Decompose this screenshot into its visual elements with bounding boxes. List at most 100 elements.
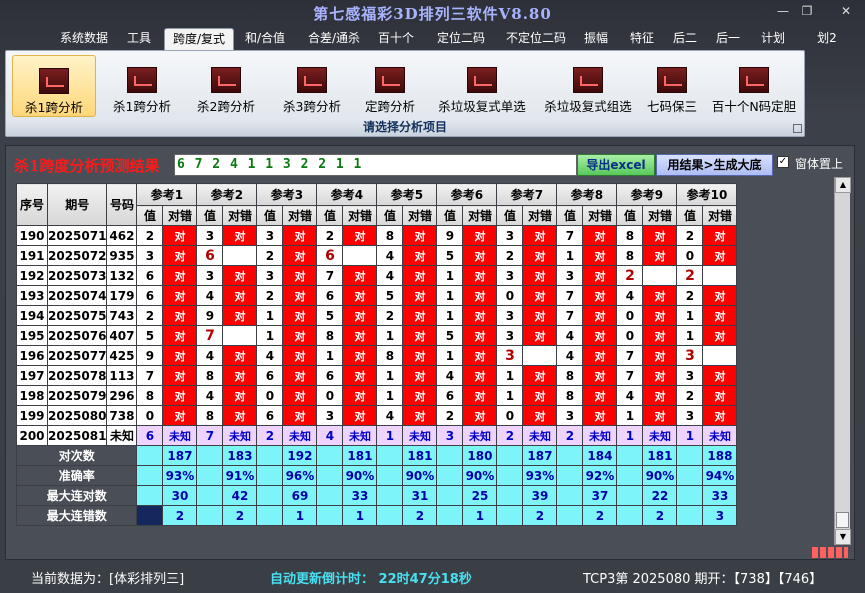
vertical-scrollbar[interactable]: ▲ ▼ [834, 177, 851, 545]
cell-check: 对 [342, 285, 378, 306]
stats-row: 对次数 187 183 192 181 181 180 187 184 181 188 [15, 445, 738, 466]
stats-spacer [256, 445, 284, 466]
table-row[interactable]: 197 2025078 113 7 对 8 对 6 对 6 对 1 对 4 对 1 对 8 对 7 对 3 对 [16, 365, 738, 386]
stats-value: 90% [342, 465, 378, 486]
cell-check: 对 [582, 365, 618, 386]
menu-item-7[interactable]: 不定位二码 [496, 28, 576, 50]
ribbon-button-label: 定跨分析 [364, 99, 415, 114]
ribbon-button-1[interactable]: 杀1跨分析 [102, 55, 182, 117]
ribbon-button-7[interactable]: 七码保三 [642, 55, 702, 117]
cell-value: 1 [436, 265, 464, 286]
menu-item-12[interactable]: 计划 [755, 28, 791, 50]
pin-window-checkbox[interactable]: ✓ [777, 156, 789, 168]
menu-item-9[interactable]: 特征 [624, 28, 660, 50]
stats-spacer [256, 465, 284, 486]
menu-item-3[interactable]: 和/合值 [238, 28, 292, 50]
cell-check [222, 325, 258, 346]
window-title: 第七感福彩3D排列三软件V8.80 [313, 5, 552, 23]
table-row[interactable]: 199 2025080 738 0 对 8 对 6 对 3 对 4 对 2 对 0 对 3 对 1 对 3 对 [16, 405, 738, 426]
resize-grip-icon[interactable] [812, 547, 848, 558]
scroll-thumb[interactable] [836, 512, 849, 528]
menu-item-8[interactable]: 振幅 [578, 28, 614, 50]
cell-value: 2 [676, 385, 704, 406]
cell-check: 对 [402, 365, 438, 386]
stats-spacer [376, 465, 404, 486]
menu-item-6[interactable]: 定位二码 [430, 28, 492, 50]
stats-value: 187 [522, 445, 558, 466]
cell-check: 对 [702, 385, 738, 406]
cell-check: 对 [162, 285, 198, 306]
menu-item-1[interactable]: 工具 [120, 28, 158, 50]
close-icon[interactable]: ✕ [835, 4, 857, 18]
stats-value: 2 [402, 505, 438, 526]
ribbon-group-label-text: 请选择分析项目 [362, 120, 447, 134]
ribbon-button-2[interactable]: 杀2跨分析 [186, 55, 266, 117]
minimize-icon[interactable]: — [772, 4, 794, 18]
cell-check: 对 [522, 365, 558, 386]
restore-icon[interactable]: ❐ [796, 4, 818, 18]
generate-base-button[interactable]: 用结果>生成大底 [656, 154, 773, 176]
menu-item-2[interactable]: 跨度/复式 [164, 28, 234, 52]
table-row[interactable]: 190 2025071 462 2 对 3 对 3 对 2 对 8 对 9 对 3 对 7 对 8 对 2 对 [16, 225, 738, 246]
chart-icon [573, 67, 603, 93]
ref-header: 参考10 [676, 183, 738, 206]
cell-seq: 194 [16, 305, 48, 326]
table-row[interactable]: 195 2025076 407 5 对 7 1 对 8 对 1 对 5 对 3 对 4 对 0 对 1 对 [16, 325, 738, 346]
table-row[interactable]: 198 2025079 296 8 对 4 对 0 对 0 对 1 对 6 对 1 对 8 对 4 对 2 对 [16, 385, 738, 406]
ribbon-button-0[interactable]: 杀1跨分析 [12, 55, 96, 117]
scroll-up-icon[interactable]: ▲ [835, 177, 851, 193]
stats-value: 93% [162, 465, 198, 486]
table-row-unknown[interactable]: 200 2025081 未知 6 未知 7 未知 2 未知 4 未知 1 未知 3 未知 2 未知 2 未知 1 未知 1… [16, 425, 738, 446]
cell-check: 对 [522, 225, 558, 246]
ribbon-button-6[interactable]: 杀垃圾复式组选 [538, 55, 638, 117]
cell-value: 3 [496, 305, 524, 326]
menu-item-10[interactable]: 后二 [667, 28, 703, 50]
cell-check: 对 [642, 285, 678, 306]
status-countdown: 自动更新倒计时： 22时47分18秒 [270, 572, 472, 587]
cell-value: 4 [616, 385, 644, 406]
cell-value: 7 [196, 425, 224, 446]
cell-check: 对 [342, 265, 378, 286]
cell-seq: 190 [16, 225, 48, 246]
table-row[interactable]: 191 2025072 935 3 对 6 2 对 6 4 对 5 对 2 对 1 对 8 对 0 对 [16, 245, 738, 266]
cell-check: 对 [642, 385, 678, 406]
cell-value: 4 [196, 385, 224, 406]
scroll-down-icon[interactable]: ▼ [835, 529, 851, 545]
cell-check: 对 [702, 305, 738, 326]
cell-check: 对 [402, 385, 438, 406]
dialog-launcher-icon[interactable] [793, 124, 802, 133]
cell-value: 1 [256, 305, 284, 326]
ribbon-button-4[interactable]: 定跨分析 [358, 55, 422, 117]
horizontal-scrollbar[interactable] [16, 545, 834, 559]
stats-value: 2 [642, 505, 678, 526]
menu-item-13[interactable]: 划2 [812, 28, 842, 50]
cell-value: 0 [136, 405, 164, 426]
cell-value: 3 [436, 425, 464, 446]
table-row[interactable]: 192 2025073 132 6 对 3 对 3 对 7 对 4 对 1 对 3 对 3 对 2 2 [16, 265, 738, 286]
cell-check: 对 [402, 345, 438, 366]
stats-spacer [436, 445, 464, 466]
cell-check: 对 [402, 325, 438, 346]
table-row[interactable]: 196 2025077 425 9 对 4 对 4 对 1 对 8 对 1 对 3 4 对 7 对 3 [16, 345, 738, 366]
ribbon-button-3[interactable]: 杀3跨分析 [272, 55, 352, 117]
menu-item-0[interactable]: 系统数据 [53, 28, 115, 50]
cell-check: 对 [222, 305, 258, 326]
table-row[interactable]: 194 2025075 743 2 对 9 对 1 对 5 对 2 对 1 对 3 对 7 对 0 对 1 对 [16, 305, 738, 326]
menu-item-11[interactable]: 后一 [710, 28, 746, 50]
menu-item-4[interactable]: 合差/通杀 [300, 28, 368, 50]
cell-check: 对 [702, 225, 738, 246]
ribbon-button-8[interactable]: 百十个N码定胆 [708, 55, 800, 117]
ribbon-button-5[interactable]: 杀垃圾复式单选 [430, 55, 534, 117]
cell-seq: 197 [16, 365, 48, 386]
export-excel-button[interactable]: 导出excel [577, 154, 655, 176]
cell-value: 4 [376, 405, 404, 426]
chart-icon [375, 67, 405, 93]
sub-value-header: 值 [316, 205, 344, 226]
cell-check: 对 [582, 225, 618, 246]
cell-value: 3 [676, 365, 704, 386]
menu-item-5[interactable]: 百十个 [374, 28, 418, 50]
cell-number: 425 [106, 345, 138, 366]
table-row[interactable]: 193 2025074 179 6 对 4 对 2 对 6 对 5 对 1 对 0 对 7 对 4 对 2 对 [16, 285, 738, 306]
result-field[interactable]: 6 7 2 4 1 1 3 2 2 1 1 [174, 154, 577, 176]
cell-value: 3 [196, 225, 224, 246]
